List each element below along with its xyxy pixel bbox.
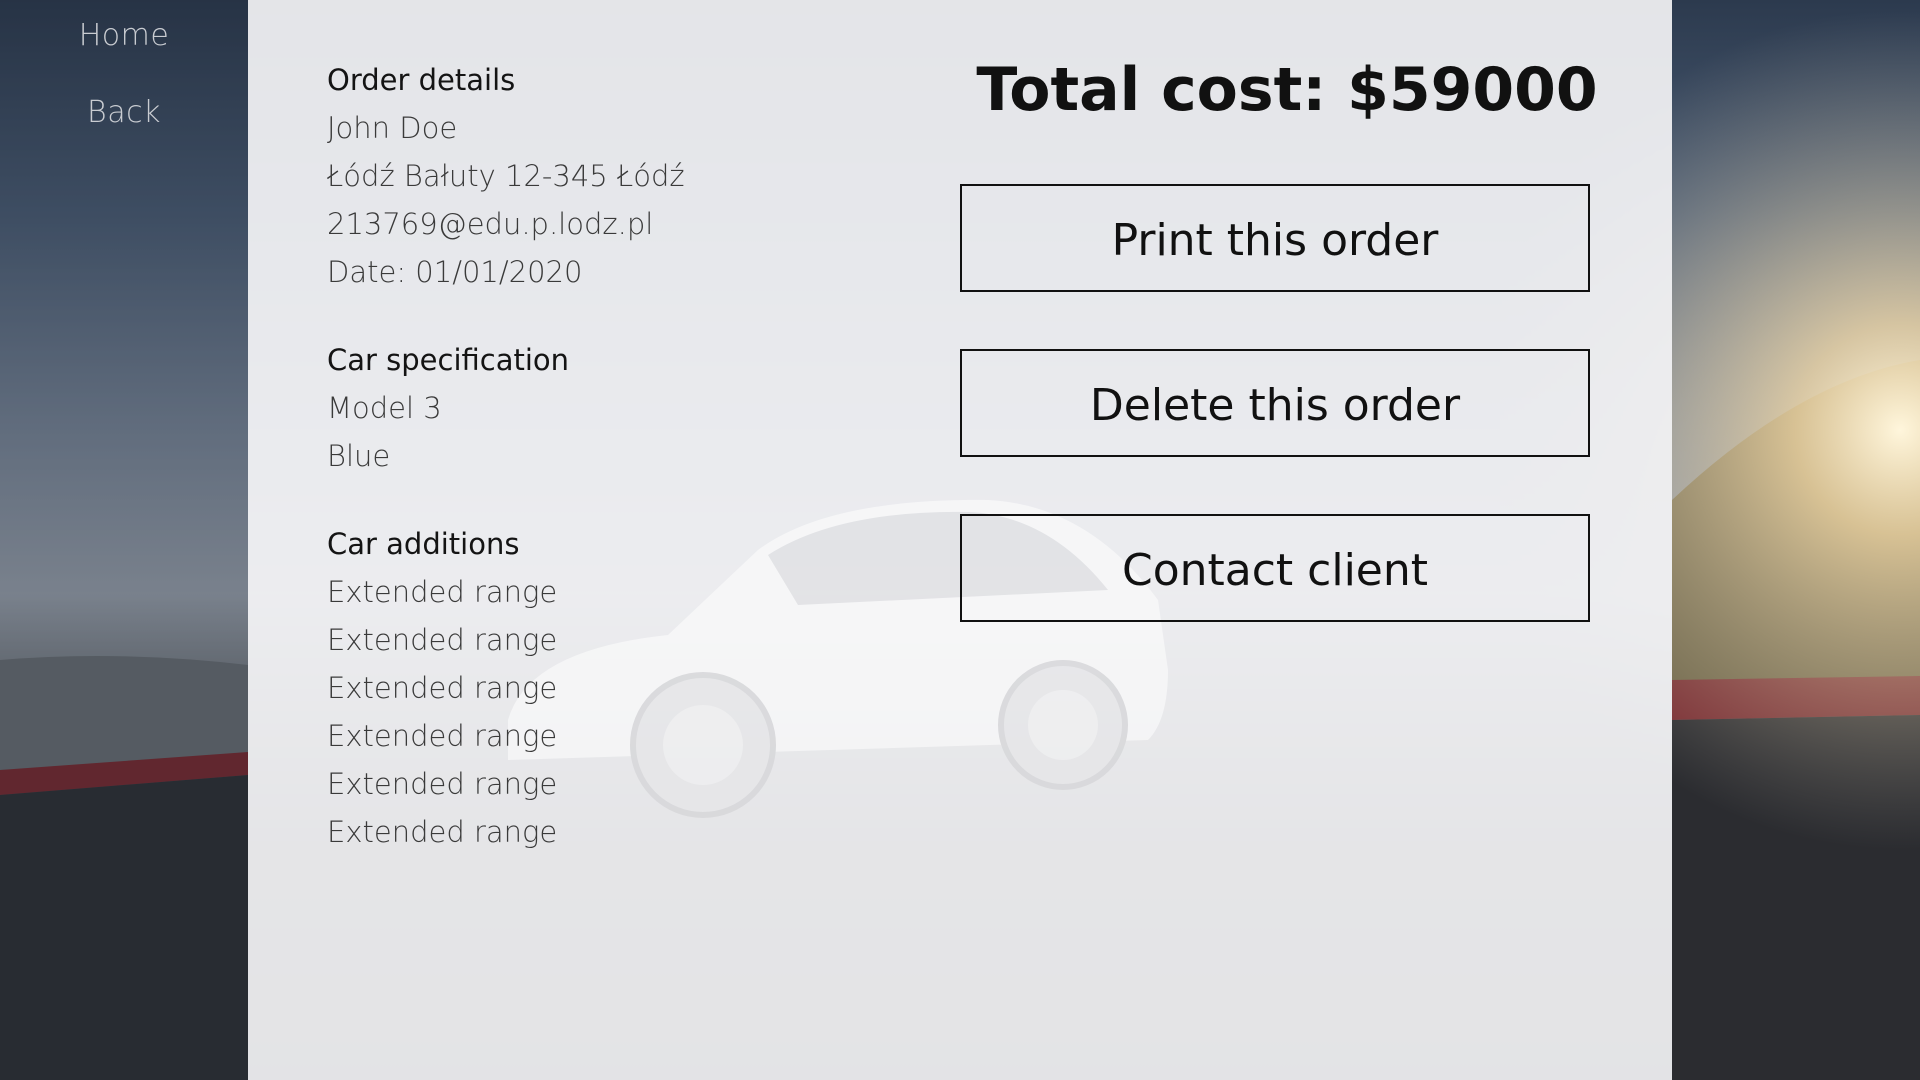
car-addition-item: Extended range — [327, 719, 558, 753]
app-root: Home Back Order details John Doe Łódź Ba… — [0, 0, 1920, 1080]
nav-back-link[interactable]: Back — [0, 95, 248, 130]
car-additions-heading: Car additions — [327, 527, 520, 561]
nav-home-link[interactable]: Home — [0, 18, 248, 53]
order-info: Order details John Doe Łódź Bałuty 12-34… — [327, 56, 847, 856]
side-navigation: Home Back — [0, 0, 248, 1080]
car-addition-item: Extended range — [327, 671, 558, 705]
order-panel: Order details John Doe Łódź Bałuty 12-34… — [248, 0, 1672, 1080]
client-name: John Doe — [327, 111, 458, 145]
order-date: Date: 01/01/2020 — [327, 255, 583, 289]
car-model: Model 3 — [327, 391, 442, 425]
car-addition-item: Extended range — [327, 575, 558, 609]
client-address: Łódź Bałuty 12-345 Łódź — [327, 159, 685, 193]
print-order-button[interactable]: Print this order — [960, 184, 1590, 292]
car-color: Blue — [327, 439, 391, 473]
car-addition-item: Extended range — [327, 623, 558, 657]
order-details-heading: Order details — [327, 63, 516, 97]
car-addition-item: Extended range — [327, 767, 558, 801]
car-addition-item: Extended range — [327, 815, 558, 849]
total-cost: Total cost: $59000 — [976, 55, 1598, 125]
contact-client-button[interactable]: Contact client — [960, 514, 1590, 622]
client-email: 213769@edu.p.lodz.pl — [327, 207, 654, 241]
car-specification-heading: Car specification — [327, 343, 570, 377]
delete-order-button[interactable]: Delete this order — [960, 349, 1590, 457]
